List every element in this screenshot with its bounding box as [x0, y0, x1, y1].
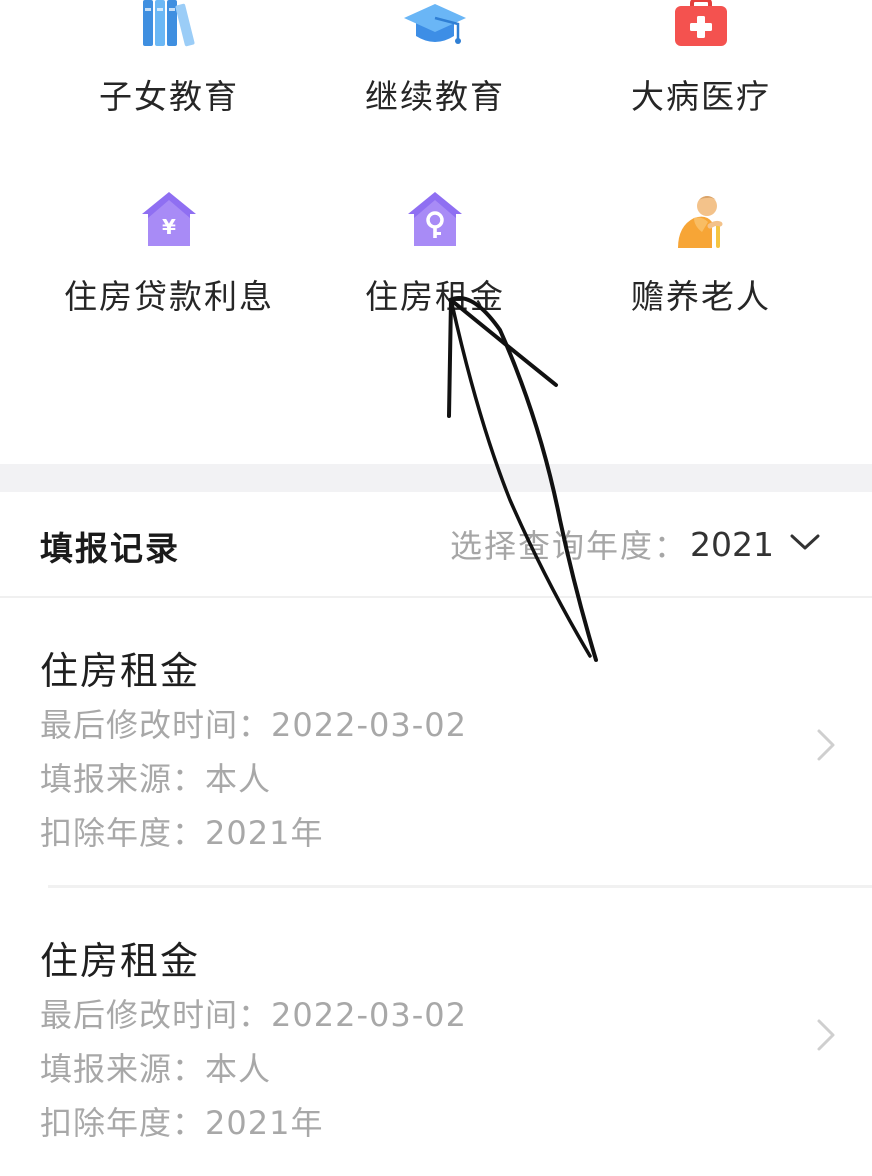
record-source-label: 填报来源： — [40, 1050, 206, 1088]
record-source-value: 本人 — [205, 1050, 272, 1088]
record-modified-time: 最后修改时间：2022-03-02 — [40, 700, 467, 746]
record-modified-label: 最后修改时间： — [40, 996, 272, 1034]
chevron-right-icon — [816, 728, 836, 766]
record-source: 填报来源：本人 — [40, 754, 271, 800]
record-modified-time: 最后修改时间：2022-03-02 — [40, 990, 467, 1036]
record-deduction-year: 扣除年度：2021年 — [40, 1098, 323, 1144]
medical-kit-icon — [673, 0, 729, 52]
record-modified-label: 最后修改时间： — [40, 706, 272, 744]
category-label: 住房贷款利息 — [64, 277, 274, 316]
category-elderly-support[interactable]: 赡养老人 — [556, 190, 846, 320]
chevron-down-icon — [790, 533, 820, 555]
elderly-person-icon — [672, 192, 730, 254]
house-yen-icon: ¥ — [140, 190, 198, 252]
records-title: 填报记录 — [40, 529, 180, 568]
category-label: 继续教育 — [365, 77, 505, 116]
graduation-cap-icon — [402, 0, 468, 52]
record-modified-value: 2022-03-02 — [271, 996, 467, 1034]
category-housing-loan[interactable]: ¥ 住房贷款利息 — [24, 190, 314, 320]
chevron-right-icon — [816, 1018, 836, 1056]
record-title: 住房租金 — [40, 649, 201, 693]
record-source: 填报来源：本人 — [40, 1044, 271, 1090]
books-icon — [141, 0, 197, 52]
category-continuing-education[interactable]: 继续教育 — [290, 0, 580, 130]
category-child-education[interactable]: 子女教育 — [24, 0, 314, 130]
year-select-label: 选择查询年度： — [450, 527, 689, 565]
year-select-dropdown[interactable]: 选择查询年度： 2021 — [450, 522, 820, 566]
category-label: 大病医疗 — [631, 77, 771, 116]
category-label: 住房租金 — [365, 277, 505, 316]
record-year-label: 扣除年度： — [40, 1104, 206, 1142]
record-item[interactable]: 住房租金 最后修改时间：2022-03-02 填报来源：本人 扣除年度：2021… — [0, 888, 872, 1176]
deduction-category-grid: 子女教育 继续教育 大病医疗 ¥ 住房贷款利息 住房租金 赡养老人 — [0, 0, 872, 464]
category-label: 赡养老人 — [631, 277, 771, 316]
house-key-icon — [406, 190, 464, 252]
record-title: 住房租金 — [40, 939, 201, 983]
record-year-label: 扣除年度： — [40, 814, 206, 852]
record-year-value: 2021年 — [205, 814, 324, 852]
record-source-value: 本人 — [205, 760, 272, 798]
record-year-value: 2021年 — [205, 1104, 324, 1142]
record-source-label: 填报来源： — [40, 760, 206, 798]
records-header: 填报记录 选择查询年度： 2021 — [0, 492, 872, 598]
section-divider — [0, 464, 872, 492]
category-label: 子女教育 — [99, 77, 239, 116]
record-modified-value: 2022-03-02 — [271, 706, 467, 744]
record-item[interactable]: 住房租金 最后修改时间：2022-03-02 填报来源：本人 扣除年度：2021… — [0, 598, 872, 886]
category-housing-rent[interactable]: 住房租金 — [290, 190, 580, 320]
category-serious-illness[interactable]: 大病医疗 — [556, 0, 846, 130]
record-deduction-year: 扣除年度：2021年 — [40, 808, 323, 854]
year-select-value: 2021 — [690, 524, 774, 564]
svg-text:¥: ¥ — [162, 215, 176, 239]
